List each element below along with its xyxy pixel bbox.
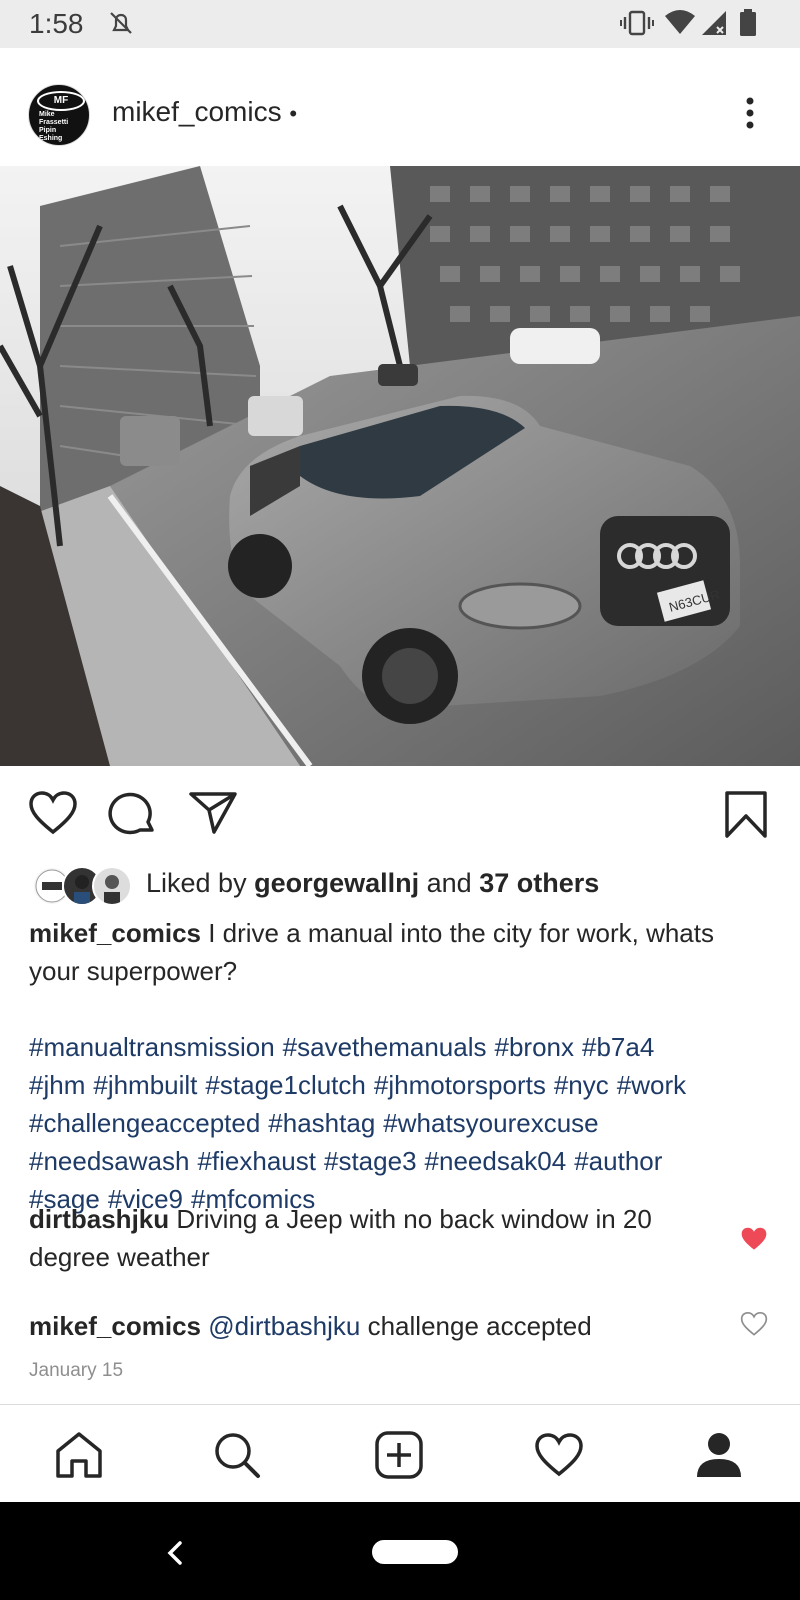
comment-mention[interactable]: @dirtbashjku [208,1311,360,1341]
likes-user[interactable]: georgewallnj [254,868,419,898]
search-icon[interactable] [212,1431,262,1484]
avatar-names: Mike Frassetti Pipin Eshing [39,111,68,143]
hashtag[interactable]: #fiexhaust [197,1146,316,1176]
avatar-logo: MF [37,91,85,111]
likes-row: Liked by georgewallnj and 37 others [0,858,800,908]
hashtag[interactable]: #manualtransmission [29,1032,275,1062]
activity-heart-icon[interactable] [534,1431,584,1484]
avatar-line: Frassetti [39,119,69,126]
signal-icon [700,8,728,43]
hashtag[interactable]: #jhmbuilt [93,1070,197,1100]
hashtag[interactable]: #jhmotorsports [374,1070,546,1100]
post-date: January 15 [29,1360,124,1381]
hashtag[interactable]: #needsak04 [425,1146,567,1176]
liker-avatar [92,866,132,906]
likes-summary[interactable]: Liked by georgewallnj and 37 others [146,868,599,899]
comment-icon[interactable] [108,790,158,841]
likes-others[interactable]: 37 others [479,868,599,898]
comment-like-icon[interactable] [740,1311,768,1342]
caption-username[interactable]: mikef_comics [29,918,201,948]
save-bookmark-icon[interactable] [724,790,768,845]
hashtag[interactable]: #challengeaccepted [29,1108,260,1138]
share-icon[interactable] [188,790,238,841]
likes-prefix: Liked by [146,868,255,898]
hashtag[interactable]: #stage3 [324,1146,417,1176]
profile-icon[interactable] [694,1431,744,1484]
avatar-line: Eshing [39,135,63,142]
back-icon[interactable] [160,1538,190,1573]
home-pill-button[interactable] [372,1540,458,1564]
hashtag[interactable]: #whatsyourexcuse [383,1108,598,1138]
home-icon[interactable] [54,1431,104,1484]
hashtag[interactable]: #hashtag [268,1108,375,1138]
avatar[interactable]: MF Mike Frassetti Pipin Eshing [28,84,90,146]
wifi-icon [664,8,696,43]
battery-icon [738,8,758,43]
like-icon[interactable] [28,790,78,841]
add-post-icon[interactable] [374,1431,424,1484]
hashtag[interactable]: #needsawash [29,1146,189,1176]
likes-middle: and [419,868,480,898]
bottom-nav [0,1404,800,1503]
status-time: 1:58 [29,8,84,39]
hashtag[interactable]: #author [574,1146,662,1176]
hashtag-list: #manualtransmission #savethemanuals #bronx… [29,1028,779,1218]
post-photo[interactable]: N63CUR [0,166,800,766]
hashtag[interactable]: #nyc [554,1070,609,1100]
comment-text: challenge accepted [367,1311,592,1341]
avatar-line: Pipin [39,127,57,134]
comment-item: mikef_comics @dirtbashjku challenge acce… [29,1307,709,1345]
android-nav-bar [0,1502,800,1600]
hashtag[interactable]: #bronx [494,1032,574,1062]
comment-item: dirtbashjku Driving a Jeep with no back … [29,1200,709,1276]
hashtag[interactable]: #b7a4 [582,1032,654,1062]
hashtag[interactable]: #jhm [29,1070,85,1100]
liker-avatars[interactable] [32,866,132,908]
post-actions [0,766,800,858]
more-options-icon[interactable] [738,96,762,137]
hashtag[interactable]: #work [617,1070,686,1100]
comment-like-filled-icon[interactable] [740,1226,768,1257]
post-header: MF Mike Frassetti Pipin Eshing mikef_com… [0,48,800,166]
vibrate-icon [620,8,654,43]
hashtag[interactable]: #stage1clutch [205,1070,365,1100]
status-bar: 1:58 [0,0,800,48]
post-username[interactable]: mikef_comics • [112,96,297,128]
follow-dot: • [289,101,298,126]
post-caption: mikef_comics I drive a manual into the c… [29,914,769,990]
comment-username[interactable]: mikef_comics [29,1311,201,1341]
post-username-text[interactable]: mikef_comics [112,96,282,127]
comment-username[interactable]: dirtbashjku [29,1204,169,1234]
hashtag[interactable]: #savethemanuals [283,1032,487,1062]
do-not-disturb-icon [106,8,136,43]
avatar-line: Mike [39,111,55,118]
